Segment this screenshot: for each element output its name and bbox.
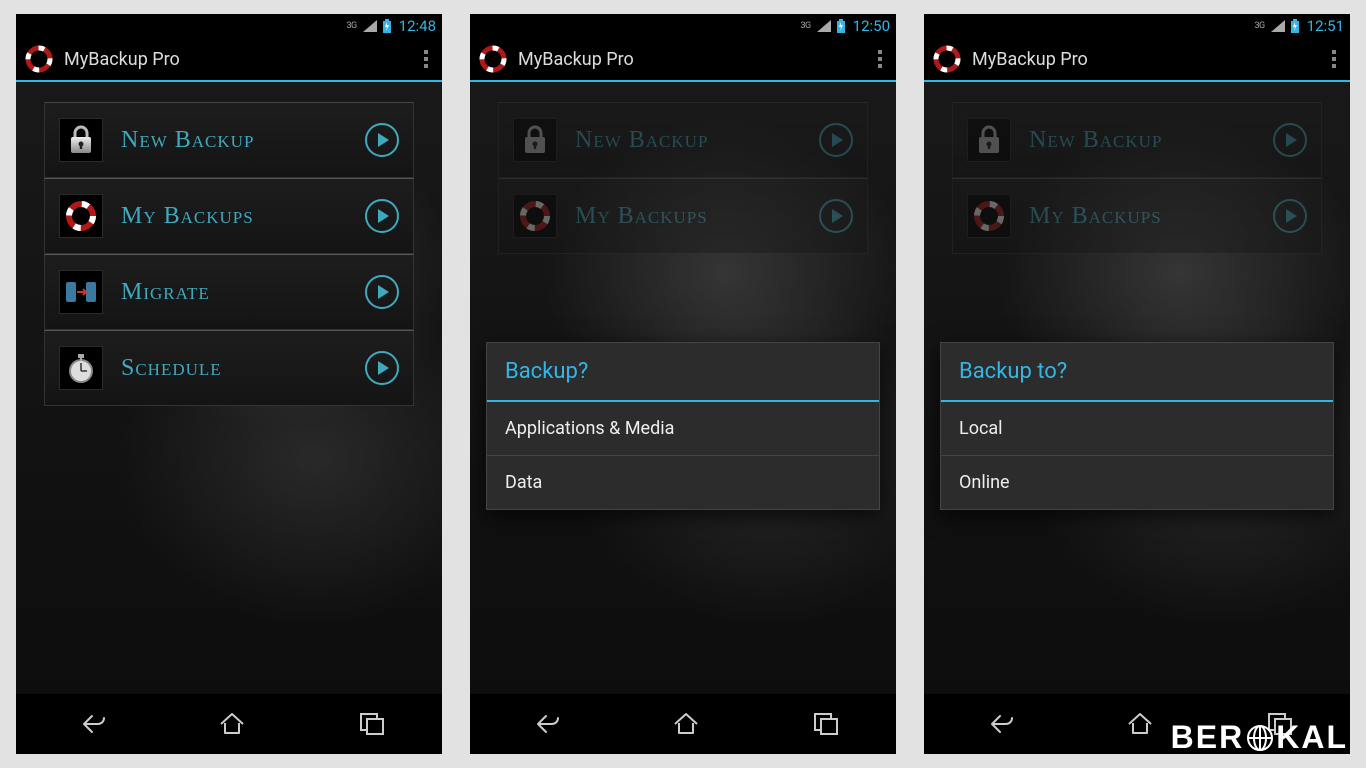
backup-destination-dialog: Backup to? Local Online	[940, 342, 1334, 510]
signal-icon	[1271, 20, 1285, 32]
new-backup-button[interactable]: New Backup	[498, 102, 868, 178]
play-icon	[819, 123, 853, 157]
battery-charging-icon	[837, 19, 845, 33]
action-bar: MyBackup Pro	[16, 38, 442, 82]
back-button[interactable]	[72, 710, 106, 738]
watermark: BER KAL	[1171, 719, 1348, 756]
migrate-icon	[59, 270, 103, 314]
play-icon	[819, 199, 853, 233]
network-badge: 3G	[346, 21, 356, 31]
clock: 12:51	[1307, 17, 1344, 35]
battery-charging-icon	[1291, 19, 1299, 33]
lock-icon	[513, 118, 557, 162]
new-backup-button[interactable]: New Backup	[44, 102, 414, 178]
stopwatch-icon	[59, 346, 103, 390]
main-content: New Backup My Backups Backup? Applicatio…	[470, 102, 896, 714]
home-button[interactable]	[671, 710, 701, 738]
home-button[interactable]	[217, 710, 247, 738]
main-menu: New Backup My Backups	[952, 102, 1322, 254]
menu-label: New Backup	[575, 127, 801, 154]
app-title: MyBackup Pro	[518, 49, 872, 70]
menu-label: New Backup	[1029, 127, 1255, 154]
action-bar: MyBackup Pro	[470, 38, 896, 82]
menu-label: Schedule	[121, 355, 347, 382]
overflow-menu-button[interactable]	[418, 44, 434, 74]
battery-charging-icon	[383, 19, 391, 33]
signal-icon	[363, 20, 377, 32]
network-badge: 3G	[800, 21, 810, 31]
play-icon	[365, 351, 399, 385]
play-icon	[365, 275, 399, 309]
main-content: New Backup My Backups Migrate	[16, 102, 442, 714]
option-applications-media[interactable]: Applications & Media	[487, 402, 879, 456]
menu-label: My Backups	[575, 203, 801, 230]
option-data[interactable]: Data	[487, 456, 879, 509]
my-backups-button[interactable]: My Backups	[952, 178, 1322, 254]
main-menu: New Backup My Backups Migrate	[44, 102, 414, 406]
menu-label: My Backups	[121, 203, 347, 230]
app-title: MyBackup Pro	[64, 49, 418, 70]
clock: 12:48	[399, 17, 436, 35]
menu-label: My Backups	[1029, 203, 1255, 230]
navigation-bar	[470, 694, 896, 754]
back-button[interactable]	[526, 710, 560, 738]
status-bar: 3G 12:51	[924, 14, 1350, 38]
overflow-menu-button[interactable]	[1326, 44, 1342, 74]
screenshot-1: 3G 12:48 MyBackup Pro New Backup My Bac	[16, 14, 442, 754]
play-icon	[1273, 123, 1307, 157]
clock: 12:50	[853, 17, 890, 35]
status-bar: 3G 12:50	[470, 14, 896, 38]
new-backup-button[interactable]: New Backup	[952, 102, 1322, 178]
recent-apps-button[interactable]	[358, 711, 386, 737]
app-logo-icon	[24, 44, 54, 74]
lifesaver-icon	[967, 194, 1011, 238]
screenshot-2: 3G 12:50 MyBackup Pro New Backup My Bac	[470, 14, 896, 754]
migrate-button[interactable]: Migrate	[44, 254, 414, 330]
lifesaver-icon	[59, 194, 103, 238]
home-button[interactable]	[1125, 710, 1155, 738]
network-badge: 3G	[1254, 21, 1264, 31]
option-online[interactable]: Online	[941, 456, 1333, 509]
menu-label: Migrate	[121, 279, 347, 306]
my-backups-button[interactable]: My Backups	[498, 178, 868, 254]
lifesaver-icon	[513, 194, 557, 238]
lock-icon	[59, 118, 103, 162]
main-menu: New Backup My Backups	[498, 102, 868, 254]
dialog-title: Backup to?	[941, 343, 1333, 400]
back-button[interactable]	[980, 710, 1014, 738]
play-icon	[365, 199, 399, 233]
app-title: MyBackup Pro	[972, 49, 1326, 70]
overflow-menu-button[interactable]	[872, 44, 888, 74]
status-bar: 3G 12:48	[16, 14, 442, 38]
backup-type-dialog: Backup? Applications & Media Data	[486, 342, 880, 510]
globe-icon	[1246, 724, 1274, 752]
screenshot-3: 3G 12:51 MyBackup Pro New Backup My Bac	[924, 14, 1350, 754]
recent-apps-button[interactable]	[812, 711, 840, 737]
schedule-button[interactable]: Schedule	[44, 330, 414, 406]
my-backups-button[interactable]: My Backups	[44, 178, 414, 254]
dialog-title: Backup?	[487, 343, 879, 400]
menu-label: New Backup	[121, 127, 347, 154]
play-icon	[365, 123, 399, 157]
navigation-bar	[16, 694, 442, 754]
play-icon	[1273, 199, 1307, 233]
signal-icon	[817, 20, 831, 32]
app-logo-icon	[932, 44, 962, 74]
option-local[interactable]: Local	[941, 402, 1333, 456]
lock-icon	[967, 118, 1011, 162]
app-logo-icon	[478, 44, 508, 74]
main-content: New Backup My Backups Backup to? Local O…	[924, 102, 1350, 714]
action-bar: MyBackup Pro	[924, 38, 1350, 82]
